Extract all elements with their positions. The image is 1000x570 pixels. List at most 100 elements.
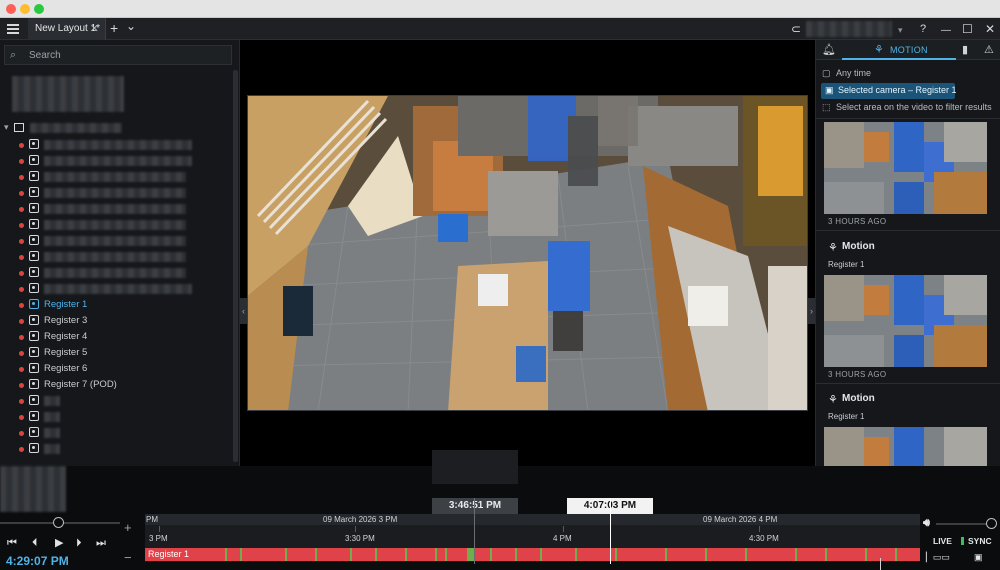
close-window-dot[interactable] — [6, 4, 16, 14]
arrange-icon[interactable]: ⊂ — [791, 21, 801, 37]
camera-row-redacted[interactable] — [0, 265, 232, 281]
maximize-button[interactable]: ☐ — [962, 21, 973, 37]
motion-event-tick — [540, 548, 542, 561]
live-button[interactable]: LIVE — [933, 536, 952, 546]
filter-any-time[interactable]: ▢ Any time — [822, 68, 871, 82]
event-camera: Register 1 — [828, 260, 865, 269]
search-box[interactable]: ⌕ — [4, 45, 232, 65]
motion-event-tick — [445, 548, 447, 561]
motion-event-tick — [705, 548, 707, 561]
camera-row-redacted[interactable] — [0, 201, 232, 217]
timeline[interactable]: PM 09 March 2026 3 PM 09 March 2026 4 PM 3 … — [145, 514, 920, 562]
play-icon[interactable]: ▶ — [55, 536, 63, 550]
camera-row-redacted[interactable] — [0, 441, 232, 457]
account-dropdown-icon[interactable]: ▾ — [898, 22, 903, 38]
camera-row[interactable]: Register 6 — [0, 361, 232, 377]
skip-to-start-icon[interactable]: ⏮ — [7, 536, 17, 550]
event-thumbnail[interactable] — [824, 427, 987, 466]
calendar-icon: ▢ — [822, 68, 831, 78]
camera-row-redacted[interactable] — [0, 281, 232, 297]
camera-row[interactable]: Register 5 — [0, 345, 232, 361]
sync-button[interactable]: SYNC — [968, 536, 992, 546]
filter-selected-camera-label: Selected camera – Register 1 — [838, 85, 957, 95]
bookmark-icon[interactable]: ▮ — [962, 43, 968, 56]
event-title: Motion — [842, 241, 875, 252]
close-app-button[interactable]: ✕ — [985, 21, 995, 37]
camera-row-redacted[interactable] — [0, 393, 232, 409]
minimize-button[interactable]: — — [941, 23, 951, 39]
warning-icon[interactable]: ⚠ — [984, 43, 994, 56]
camera-tree-panel: ⌕ ▾ Register 1 Register 3 Register 4 Regist… — [0, 40, 240, 466]
divider — [816, 118, 1000, 119]
camera-row[interactable]: Register 4 — [0, 329, 232, 345]
speed-slider[interactable] — [0, 517, 120, 528]
event-time-ago: 3 HOURS AGO — [828, 370, 887, 379]
main-menu-icon[interactable] — [7, 24, 19, 34]
speed-slider-knob[interactable] — [53, 517, 64, 528]
volume-slider-knob[interactable] — [986, 518, 997, 529]
tab-new-layout[interactable]: New Layout 1* ✕ — [28, 18, 106, 40]
camera-row-redacted[interactable] — [0, 169, 232, 185]
remove-track-button[interactable]: − — [124, 550, 132, 565]
camera-row-redacted[interactable] — [0, 185, 232, 201]
event-thumbnail[interactable] — [824, 122, 987, 214]
zoom-window-dot[interactable] — [34, 4, 44, 14]
motion-event-tick — [895, 548, 897, 561]
camera-icon — [29, 155, 39, 165]
skip-to-end-icon[interactable]: ⏭ — [96, 536, 106, 550]
motion-event-tick — [375, 548, 377, 561]
previous-frame-icon[interactable]: ⏴ — [32, 536, 38, 550]
status-dot-icon — [19, 159, 24, 164]
timeline-track-register-1[interactable]: Register 1 — [145, 548, 920, 561]
volume-icon[interactable]: 🔊︎ — [923, 517, 930, 530]
camera-row-redacted[interactable] — [0, 249, 232, 265]
status-dot-icon — [19, 319, 24, 324]
running-person-icon: ⚘ — [828, 242, 838, 254]
camera-icon — [29, 251, 39, 261]
collapse-left-handle[interactable]: ‹ — [240, 298, 247, 324]
camera-row-redacted[interactable] — [0, 409, 232, 425]
motion-event-tick — [865, 548, 867, 561]
camera-video-feed[interactable] — [247, 95, 808, 411]
user-account-area[interactable] — [806, 21, 892, 37]
tab-close-icon[interactable]: ✕ — [90, 22, 99, 35]
group-name-redacted — [30, 123, 122, 133]
camera-row-redacted[interactable] — [0, 137, 232, 153]
search-input[interactable] — [29, 48, 219, 62]
camera-row[interactable]: Register 7 (POD) — [0, 377, 232, 393]
tab-menu-chevron-icon[interactable]: ⌄ — [126, 18, 136, 34]
event-thumbnail-image — [824, 122, 987, 214]
camera-name-redacted — [44, 220, 186, 230]
status-dot-icon — [19, 223, 24, 228]
camera-row[interactable]: Register 1 — [0, 297, 232, 313]
camera-row-redacted[interactable] — [0, 153, 232, 169]
tab-motion[interactable]: ⚘ MOTION — [842, 40, 956, 60]
camera-row-redacted[interactable] — [0, 217, 232, 233]
filter-area[interactable]: ⬚ Select area on the video to filter resu… — [822, 102, 992, 116]
notifications-bell-icon[interactable]: 🔔︎ — [822, 43, 836, 56]
help-button[interactable]: ? — [920, 21, 926, 37]
volume-slider[interactable] — [936, 523, 988, 525]
app-header: New Layout 1* ✕ + ⌄ ⊂ ▾ ? — ☐ ✕ — [0, 18, 1000, 40]
camera-row-redacted[interactable] — [0, 233, 232, 249]
camera-row-redacted[interactable] — [0, 425, 232, 441]
camera-icon — [29, 203, 39, 213]
chevron-down-icon[interactable]: ▾ — [4, 122, 9, 133]
motion-event-tick — [745, 548, 747, 561]
timeline-date-label: 09 March 2026 4 PM — [703, 515, 778, 524]
camera-group-row[interactable]: ▾ — [0, 120, 232, 136]
add-track-button[interactable]: + — [124, 520, 132, 535]
playhead[interactable] — [610, 498, 611, 564]
calendar-icon[interactable]: ▣ — [974, 552, 983, 563]
event-thumbnail[interactable] — [824, 275, 987, 367]
add-tab-button[interactable]: + — [110, 20, 118, 36]
next-frame-icon[interactable]: ⏵ — [76, 536, 82, 550]
filter-selected-camera[interactable]: ▣ Selected camera – Register 1 — [821, 83, 957, 99]
layout-strip-icon[interactable]: ▏▭▭ — [926, 552, 950, 563]
camera-icon — [29, 283, 39, 293]
camera-row[interactable]: Register 3 — [0, 313, 232, 329]
hover-playhead — [474, 498, 475, 564]
left-panel-scrollbar[interactable] — [233, 70, 238, 462]
collapse-right-handle[interactable]: › — [808, 298, 815, 324]
minimize-window-dot[interactable] — [20, 4, 30, 14]
